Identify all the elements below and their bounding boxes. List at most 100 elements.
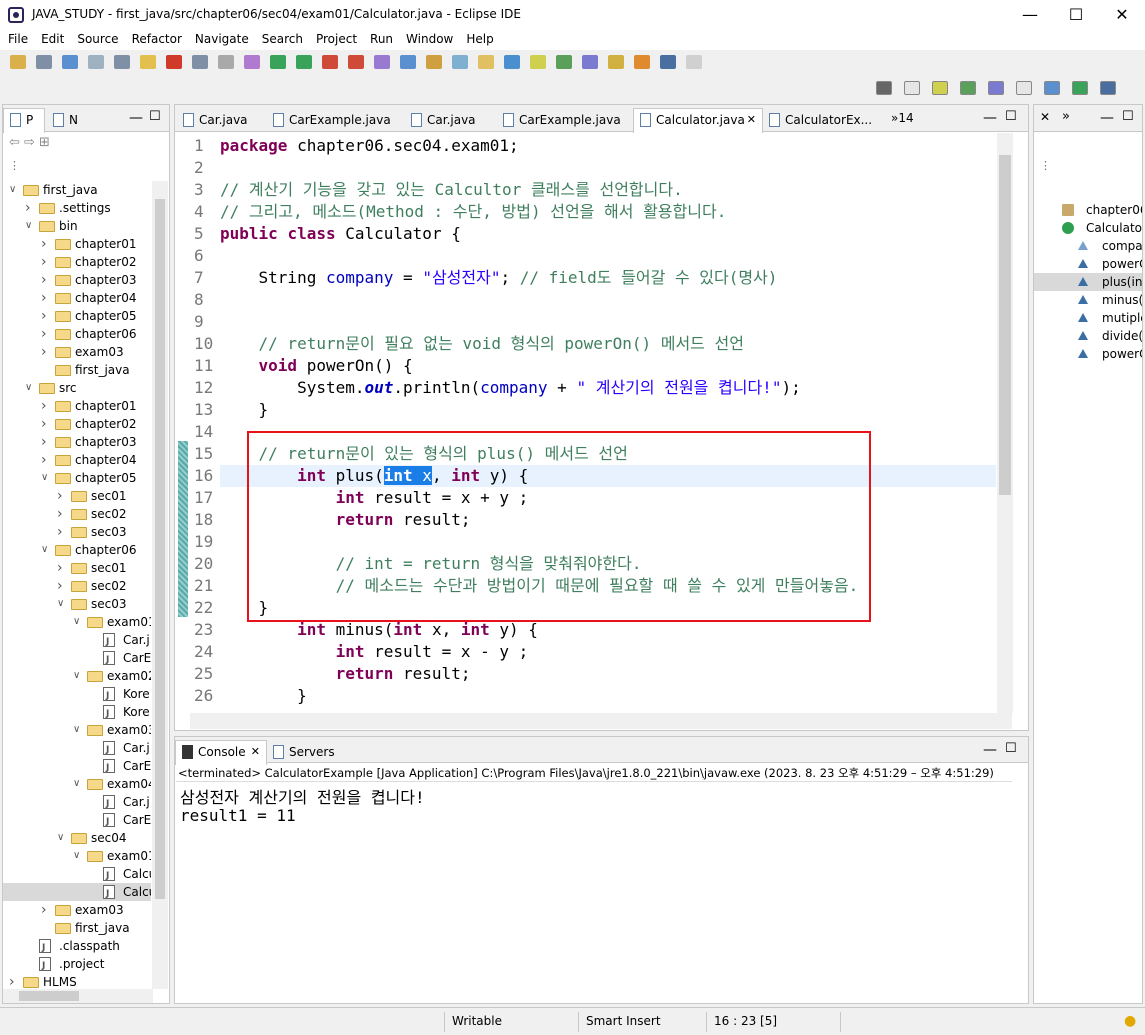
chevron-down-icon[interactable]: ∨ [73, 667, 83, 685]
outline-member[interactable]: minus(i [1034, 291, 1142, 309]
editor-scroll-thumb[interactable] [999, 155, 1011, 495]
tree-scroll-thumb[interactable] [155, 199, 165, 899]
tree-item[interactable]: › chapter03 [3, 271, 151, 289]
outline-member[interactable]: divide(i [1034, 327, 1142, 345]
toolbar-button-icon[interactable] [322, 55, 338, 69]
chevron-down-icon[interactable]: ∨ [73, 847, 83, 865]
outline-member[interactable]: powerC [1034, 255, 1142, 273]
tree-item[interactable]: Car.j [3, 739, 151, 759]
chevron-right-icon[interactable]: › [57, 487, 67, 505]
tree-item[interactable]: › chapter01 [3, 397, 151, 415]
toolbar-button-icon[interactable] [192, 55, 208, 69]
toolbar-button-icon[interactable] [348, 55, 364, 69]
menu-window[interactable]: Window [398, 30, 458, 46]
chevron-right-icon[interactable]: › [57, 559, 67, 577]
tree-item[interactable]: CarE [3, 757, 151, 777]
toolbar-button-icon[interactable] [10, 55, 26, 69]
chevron-down-icon[interactable]: ∨ [41, 469, 51, 487]
code-line[interactable]: int result = x - y ; [220, 641, 996, 663]
menu-edit[interactable]: Edit [33, 30, 69, 46]
tree-item[interactable]: ∨ chapter05 [3, 469, 151, 487]
outline-overflow-icon[interactable]: » [1062, 109, 1070, 124]
code-line[interactable]: return result; [220, 663, 996, 685]
code-line[interactable] [220, 157, 996, 179]
tree-item[interactable]: ∨ sec04 [3, 829, 151, 847]
tree-item[interactable]: › chapter01 [3, 235, 151, 253]
perspective-icon[interactable] [1044, 81, 1060, 95]
outline-package[interactable]: chapter06 [1034, 201, 1142, 219]
tree-item[interactable]: › chapter06 [3, 325, 151, 343]
minimize-view-icon[interactable]: — [129, 110, 143, 126]
outline-member[interactable]: plus(int [1034, 273, 1142, 291]
chevron-right-icon[interactable]: › [41, 415, 51, 433]
tree-item[interactable]: › exam03 [3, 343, 151, 361]
menu-run[interactable]: Run [362, 30, 398, 46]
tree-item[interactable]: ∨ chapter06 [3, 541, 151, 559]
menu-search[interactable]: Search [254, 30, 308, 46]
menu-navigate[interactable]: Navigate [187, 30, 254, 46]
perspective-icon[interactable] [1016, 81, 1032, 95]
close-tab-icon[interactable]: ✕ [747, 109, 756, 131]
chevron-down-icon[interactable]: ∨ [25, 379, 35, 397]
minimize-button[interactable]: — [1007, 0, 1053, 30]
chevron-right-icon[interactable]: › [57, 505, 67, 523]
outline-menu-icon[interactable]: ⋮ [1040, 159, 1051, 172]
tree-hscroll-thumb[interactable] [19, 991, 79, 1001]
toolbar-button-icon[interactable] [114, 55, 130, 69]
chevron-right-icon[interactable]: › [57, 577, 67, 595]
code-line[interactable]: int minus(int x, int y) { [220, 619, 996, 641]
toolbar-button-icon[interactable] [244, 55, 260, 69]
chevron-right-icon[interactable]: › [41, 307, 51, 325]
chevron-down-icon[interactable]: ∨ [25, 217, 35, 235]
close-window-button[interactable]: ✕ [1099, 0, 1145, 30]
tree-item[interactable]: › chapter03 [3, 433, 151, 451]
editor-vscrollbar[interactable] [997, 133, 1013, 713]
code-editor[interactable]: 1 package chapter06.sec04.exam01; 2 3// 계산기… [190, 133, 996, 713]
outline-member[interactable]: compar [1034, 237, 1142, 255]
tree-item[interactable]: CarE [3, 811, 151, 831]
menu-project[interactable]: Project [308, 30, 362, 46]
chevron-right-icon[interactable]: › [41, 289, 51, 307]
editor-tab-calculator[interactable]: Calculator.java ✕ [633, 108, 763, 133]
toolbar-button-icon[interactable] [36, 55, 52, 69]
chevron-down-icon[interactable]: ∨ [73, 613, 83, 631]
tree-item[interactable]: first_java [3, 919, 151, 937]
minimize-outline-icon[interactable]: — [1100, 110, 1114, 126]
tree-item[interactable]: › sec02 [3, 505, 151, 523]
chevron-right-icon[interactable]: › [41, 433, 51, 451]
code-line[interactable] [220, 245, 996, 267]
chevron-right-icon[interactable]: › [41, 235, 51, 253]
code-line[interactable]: // 그리고, 메소드(Method : 수단, 방법) 선언을 해서 활용합니… [220, 201, 996, 223]
tree-item[interactable]: first_java [3, 361, 151, 379]
chevron-right-icon[interactable]: › [41, 271, 51, 289]
tab-navigator[interactable]: N [47, 109, 87, 131]
tree-item[interactable]: ∨ first_java [3, 181, 151, 199]
code-line[interactable]: public class Calculator { [220, 223, 996, 245]
tree-item[interactable]: › sec01 [3, 487, 151, 505]
tree-item[interactable]: › exam03 [3, 901, 151, 919]
maximize-console-icon[interactable]: ☐ [1005, 741, 1017, 756]
code-line[interactable]: } [220, 399, 996, 421]
perspective-icon[interactable] [1100, 81, 1116, 95]
menu-refactor[interactable]: Refactor [124, 30, 187, 46]
chevron-right-icon[interactable]: › [41, 451, 51, 469]
maximize-view-icon[interactable]: ☐ [149, 109, 161, 124]
toolbar-button-icon[interactable] [218, 55, 234, 69]
code-line[interactable]: void powerOn() { [220, 355, 996, 377]
chevron-right-icon[interactable]: › [41, 325, 51, 343]
close-console-tab-icon[interactable]: ✕ [251, 741, 260, 763]
editor-tab-carexample-1[interactable]: CarExample.java [267, 109, 407, 131]
perspective-icon[interactable] [988, 81, 1004, 95]
search-icon[interactable] [876, 81, 892, 95]
editor-tab-car-1[interactable]: Car.java [177, 109, 281, 131]
code-line[interactable]: // return문이 필요 없는 void 형식의 powerOn() 메서드… [220, 333, 996, 355]
outline-member[interactable]: powerC [1034, 345, 1142, 363]
tree-item[interactable]: › sec02 [3, 577, 151, 595]
toolbar-button-icon[interactable] [530, 55, 546, 69]
code-line[interactable] [220, 311, 996, 333]
tree-hscrollbar[interactable] [3, 989, 153, 1003]
tree-item[interactable]: › chapter02 [3, 253, 151, 271]
chevron-down-icon[interactable]: ∨ [41, 541, 51, 559]
tree-item[interactable]: Car.j [3, 631, 151, 651]
back-icon[interactable]: ⇦ ⇨ ⊞ [9, 135, 50, 150]
